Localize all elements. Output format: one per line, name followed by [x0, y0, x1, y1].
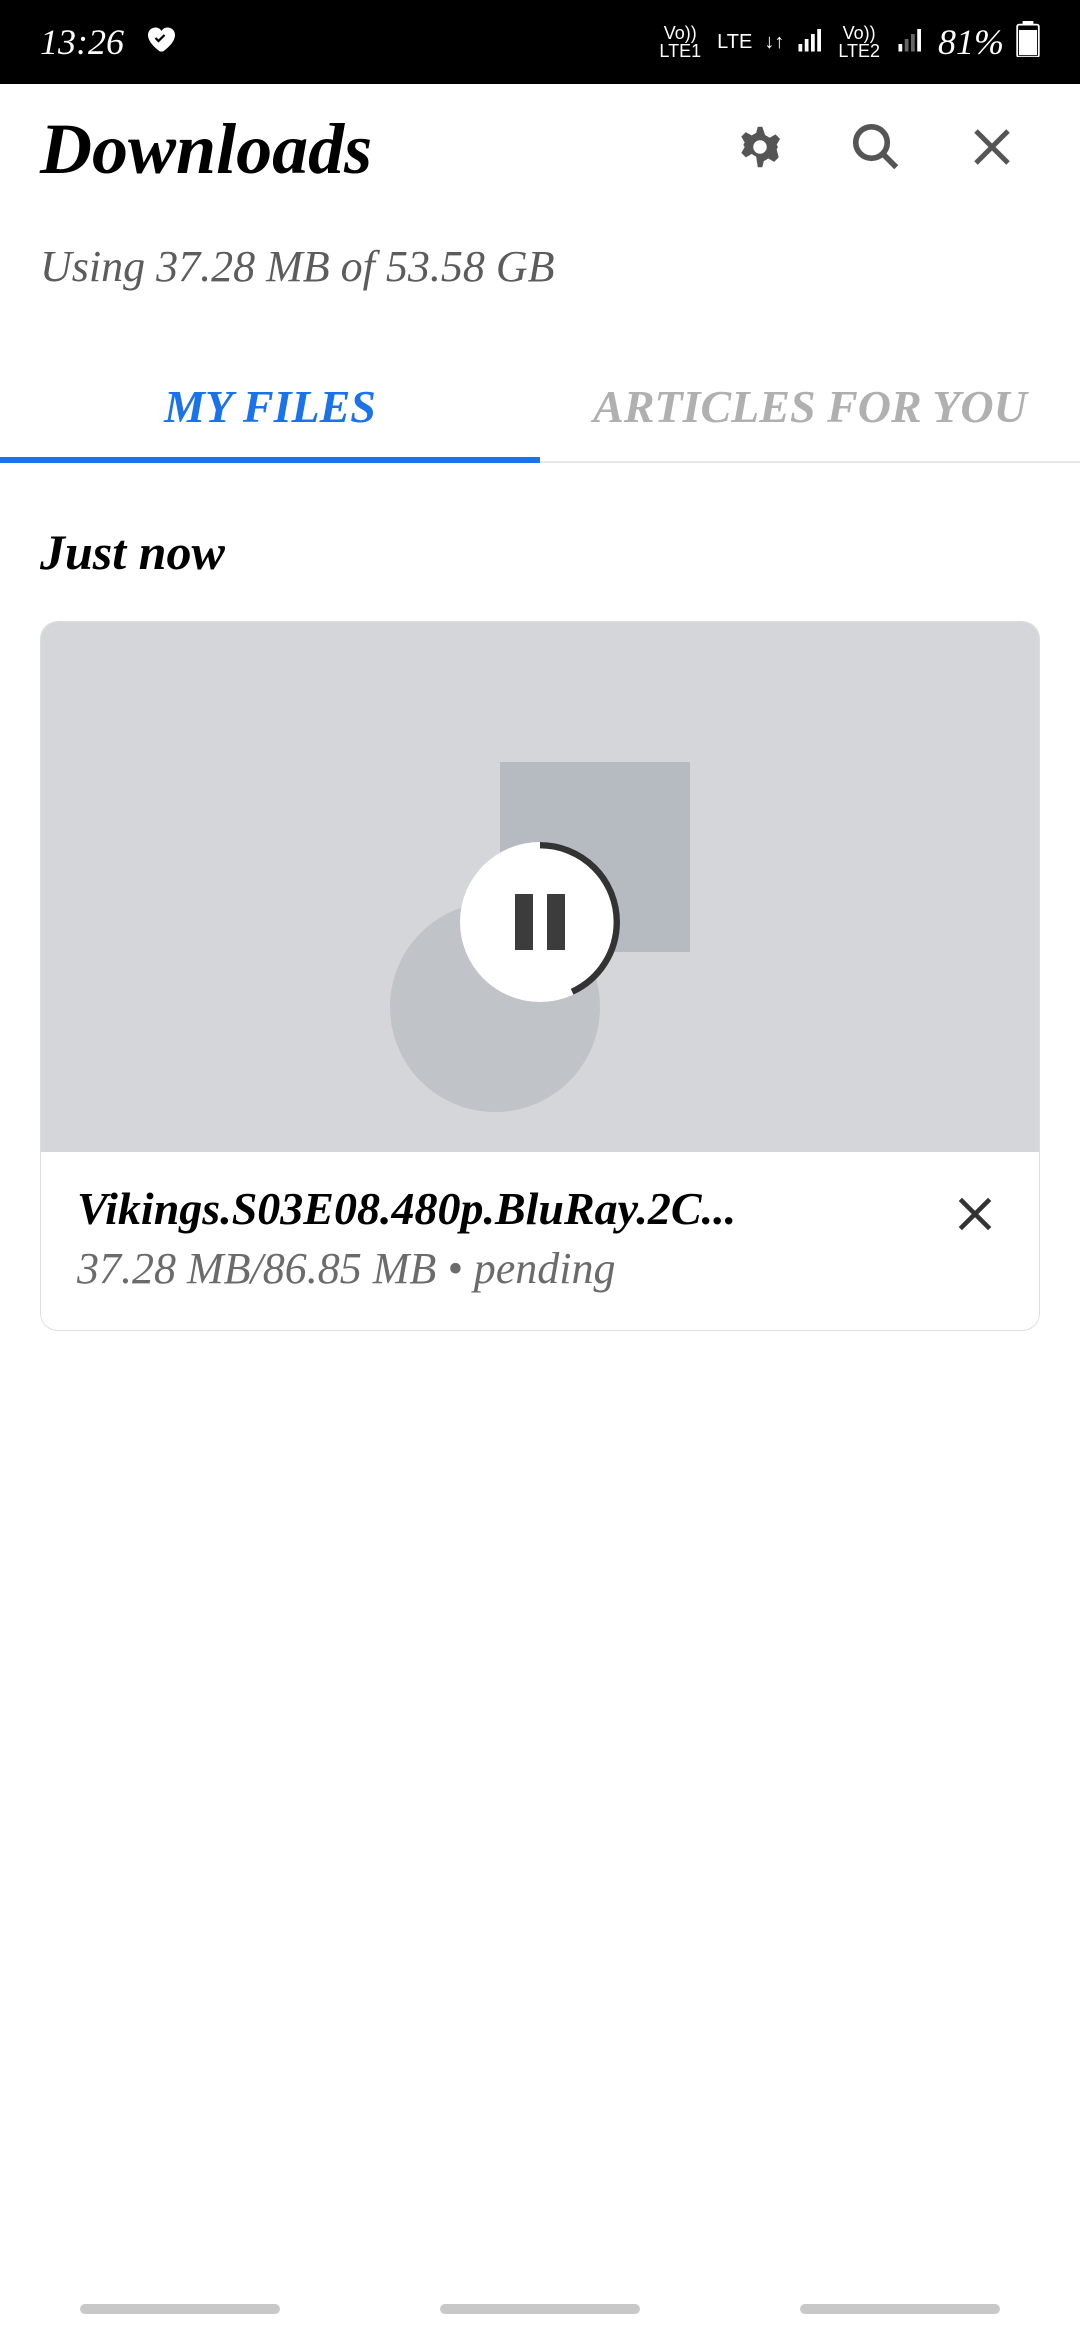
close-icon: [968, 123, 1016, 176]
search-icon: [849, 120, 903, 179]
nav-recents[interactable]: [80, 2304, 280, 2314]
download-info-row: Vikings.S03E08.480p.BluRay.2C... 37.28 M…: [41, 1152, 1039, 1330]
close-button[interactable]: [964, 122, 1020, 178]
sim2-indicator: Vo)) LTE2: [838, 24, 880, 60]
battery-percent: 81%: [938, 21, 1004, 63]
nav-home[interactable]: [440, 2304, 640, 2314]
storage-usage: Using 37.28 MB of 53.58 GB: [40, 241, 1040, 312]
heart-icon: [142, 20, 178, 65]
cancel-download-button[interactable]: [947, 1188, 1003, 1244]
signal-bars-icon-2: [896, 24, 926, 61]
pause-download-button[interactable]: [460, 842, 620, 1002]
download-filename: Vikings.S03E08.480p.BluRay.2C...: [77, 1182, 927, 1235]
battery-icon: [1016, 21, 1040, 64]
download-status: 37.28 MB/86.85 MB • pending: [77, 1243, 927, 1294]
status-left: 13:26: [40, 20, 178, 65]
sim1-indicator: Vo)) LTE1: [659, 24, 701, 60]
status-bar: 13:26 Vo)) LTE1 LTE ↓↑ Vo)) LTE2 81%: [0, 0, 1080, 84]
navigation-bar: [0, 2290, 1080, 2340]
app-header: Downloads Using 37.28 MB of 53.58 GB: [0, 84, 1080, 312]
status-time: 13:26: [40, 21, 124, 63]
updown-icon: ↓↑: [764, 31, 784, 54]
content-area: Just now Vikings.S03E08.480p.BluRay.2C..…: [0, 463, 1080, 1331]
status-right: Vo)) LTE1 LTE ↓↑ Vo)) LTE2 81%: [659, 21, 1040, 64]
pause-icon: [515, 894, 565, 950]
tab-articles-for-you[interactable]: ARTICLES FOR YOU: [540, 362, 1080, 461]
download-item[interactable]: Vikings.S03E08.480p.BluRay.2C... 37.28 M…: [40, 621, 1040, 1331]
settings-button[interactable]: [732, 122, 788, 178]
signal-bars-icon-1: [796, 24, 826, 61]
tabs: MY FILES ARTICLES FOR YOU: [0, 362, 1080, 463]
tab-my-files[interactable]: MY FILES: [0, 362, 540, 461]
nav-back[interactable]: [800, 2304, 1000, 2314]
page-title: Downloads: [40, 108, 372, 191]
download-thumbnail: [41, 622, 1039, 1152]
section-header: Just now: [40, 523, 1040, 581]
close-icon: [953, 1192, 997, 1241]
gear-icon: [733, 120, 787, 179]
search-button[interactable]: [848, 122, 904, 178]
lte-label: LTE: [717, 31, 752, 54]
